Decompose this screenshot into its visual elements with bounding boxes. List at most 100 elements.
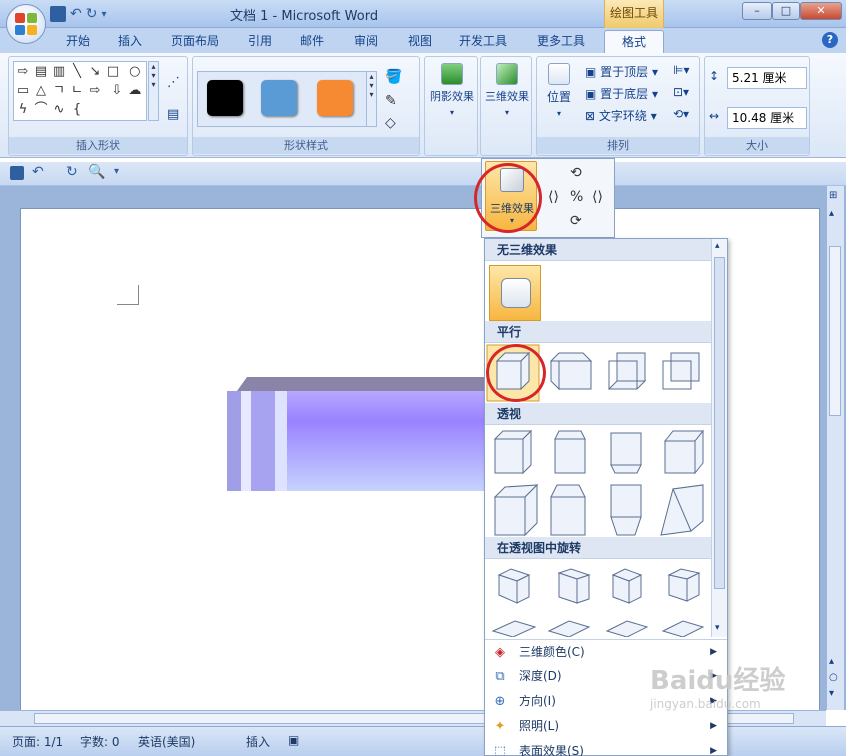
tab-home[interactable]: 开始	[56, 30, 100, 53]
parallel-2-icon[interactable]	[549, 352, 593, 391]
edit-points-icon[interactable]: ⋰	[167, 75, 180, 90]
tab-more-tools[interactable]: 更多工具	[528, 30, 594, 53]
repeat-icon[interactable]: ↻	[86, 6, 98, 22]
tab-insert[interactable]: 插入	[108, 30, 152, 53]
undo-icon[interactable]: ↶	[70, 6, 82, 22]
save-icon[interactable]	[50, 6, 66, 22]
gallery-scroll-down-icon[interactable]: ▾	[715, 623, 720, 633]
fill-icon[interactable]: 🪣	[385, 69, 402, 85]
style-swatch-orange[interactable]	[317, 80, 353, 116]
gallery-scrollbar[interactable]: ▴ ▾	[711, 239, 727, 637]
change-shape-icon[interactable]: ◇	[385, 115, 396, 131]
tab-format[interactable]: 格式	[604, 30, 664, 53]
perspective-4-icon[interactable]	[663, 429, 705, 475]
down-arrow-icon[interactable]: ⇩	[108, 81, 126, 100]
connector-icon[interactable]: ㄱ	[50, 81, 68, 100]
oval-icon[interactable]: ○	[126, 62, 144, 81]
menu-surface[interactable]: ⬚ 表面效果(S) ▶	[485, 739, 727, 756]
right-arrow-icon[interactable]: ⇨	[86, 81, 104, 100]
save-icon[interactable]	[10, 166, 24, 180]
perspective-8-icon[interactable]	[660, 484, 704, 536]
triangle-icon[interactable]: △	[32, 81, 50, 100]
rect-icon[interactable]: □	[104, 62, 122, 81]
style-swatch-black[interactable]	[207, 80, 243, 116]
elbow-icon[interactable]: ㄴ	[68, 81, 86, 100]
height-spinner[interactable]: 5.21 厘米	[727, 67, 807, 89]
insert-mode[interactable]: 插入	[246, 733, 270, 750]
styles-scroll[interactable]: ▴ ▾ ▾	[366, 71, 377, 127]
page-count[interactable]: 页面: 1/1	[12, 733, 63, 750]
minimize-button[interactable]: –	[742, 2, 772, 20]
shapes-gallery[interactable]: ⇨ ▤ ▥ ╲ ↘ □ ○▭ △ ㄱㄴ ⇨ ⇩ ☁ϟ ⌒ ∿{	[13, 61, 147, 121]
rotate-2-icon[interactable]	[557, 568, 591, 604]
curve-icon[interactable]: ∿	[50, 100, 68, 119]
shapes-scroll[interactable]: ▴ ▾ ▾	[148, 61, 159, 121]
lightning-icon[interactable]: ϟ	[14, 100, 32, 119]
rotate-8-icon[interactable]	[661, 620, 705, 637]
tab-review[interactable]: 审阅	[344, 30, 388, 53]
macro-icon[interactable]: ▣	[288, 733, 299, 747]
customize-icon[interactable]: ▾	[114, 166, 119, 177]
width-spinner[interactable]: 10.48 厘米	[727, 107, 807, 129]
tab-view[interactable]: 视图	[398, 30, 442, 53]
rotate-4-icon[interactable]	[667, 568, 701, 602]
gallery-scroll-thumb[interactable]	[714, 257, 725, 589]
repeat-icon[interactable]: ↻	[66, 164, 78, 180]
help-icon[interactable]: ?	[822, 32, 838, 48]
text-wrap-button[interactable]: ⊠ 文字环绕 ▾	[585, 107, 657, 125]
office-button[interactable]	[6, 4, 46, 44]
outline-icon[interactable]: ✎	[385, 93, 397, 109]
gallery-scroll-up-icon[interactable]: ▴	[715, 241, 720, 251]
3d-effects-button[interactable]: 三维效果 ▾	[483, 63, 531, 118]
vtextbox-icon[interactable]: ▥	[50, 62, 68, 81]
tilt-up-icon[interactable]: ⟲	[570, 165, 582, 181]
close-button[interactable]: ✕	[800, 2, 842, 20]
perspective-2-icon[interactable]	[554, 430, 586, 474]
tab-developer[interactable]: 开发工具	[450, 30, 516, 53]
rotate-7-icon[interactable]	[605, 620, 649, 637]
rotate-5-icon[interactable]	[491, 620, 537, 637]
language[interactable]: 英语(美国)	[138, 733, 195, 750]
tab-page-layout[interactable]: 页面布局	[162, 30, 228, 53]
position-button[interactable]: 位置 ▾	[539, 63, 579, 119]
customize-icon[interactable]: ▾	[101, 9, 106, 20]
shadow-effects-button[interactable]: 阴影效果 ▾	[427, 63, 477, 118]
brace-icon[interactable]: {	[68, 100, 86, 119]
perspective-5-icon[interactable]	[493, 483, 539, 537]
tilt-right-icon[interactable]: ⟨⟩	[592, 189, 603, 205]
rotate-icon[interactable]: ⟲▾	[673, 107, 689, 121]
perspective-3-icon[interactable]	[610, 432, 642, 474]
cloud-icon[interactable]: ☁	[126, 81, 144, 100]
tilt-down-icon[interactable]: ⟳	[570, 213, 582, 229]
group-objects-icon[interactable]: ⊡▾	[673, 85, 689, 99]
perspective-7-icon[interactable]	[610, 484, 642, 536]
print-preview-icon[interactable]: 🔍	[88, 164, 105, 180]
rotate-6-icon[interactable]	[547, 620, 591, 637]
textbox-icon[interactable]: ▤	[32, 62, 50, 81]
parallel-4-icon[interactable]	[662, 352, 700, 390]
arrow-line-icon[interactable]: ↘	[86, 62, 104, 81]
undo-icon[interactable]: ↶	[32, 164, 44, 180]
arc-icon[interactable]: ⌒	[32, 100, 50, 119]
vertical-scrollbar[interactable]: ⊞ ▴ ▴ ○ ▾	[826, 186, 844, 710]
ruler-icon[interactable]: ⊞	[829, 190, 837, 201]
tab-references[interactable]: 引用	[238, 30, 282, 53]
parallel-3-icon[interactable]	[607, 352, 647, 390]
rounded-rect-icon[interactable]: ▭	[14, 81, 32, 100]
word-count[interactable]: 字数: 0	[80, 733, 120, 750]
3d-shape[interactable]	[225, 375, 495, 495]
maximize-button[interactable]: □	[772, 2, 800, 20]
bring-to-front-button[interactable]: ▣ 置于顶层 ▾	[585, 63, 658, 81]
perspective-6-icon[interactable]	[550, 484, 586, 536]
perspective-1-icon[interactable]	[493, 429, 533, 475]
no-3d-option[interactable]	[489, 265, 541, 321]
rotate-1-icon[interactable]	[497, 568, 531, 604]
textbox-draw-icon[interactable]: ▤	[167, 107, 179, 122]
scroll-thumb[interactable]	[829, 246, 841, 416]
align-icon[interactable]: ⊫▾	[673, 63, 689, 77]
3d-toggle-icon[interactable]: %	[570, 189, 583, 205]
rotate-3-icon[interactable]	[611, 568, 643, 604]
tilt-left-icon[interactable]: ⟨⟩	[548, 189, 559, 205]
line-icon[interactable]: ╲	[68, 62, 86, 81]
style-swatch-blue[interactable]	[261, 80, 297, 116]
